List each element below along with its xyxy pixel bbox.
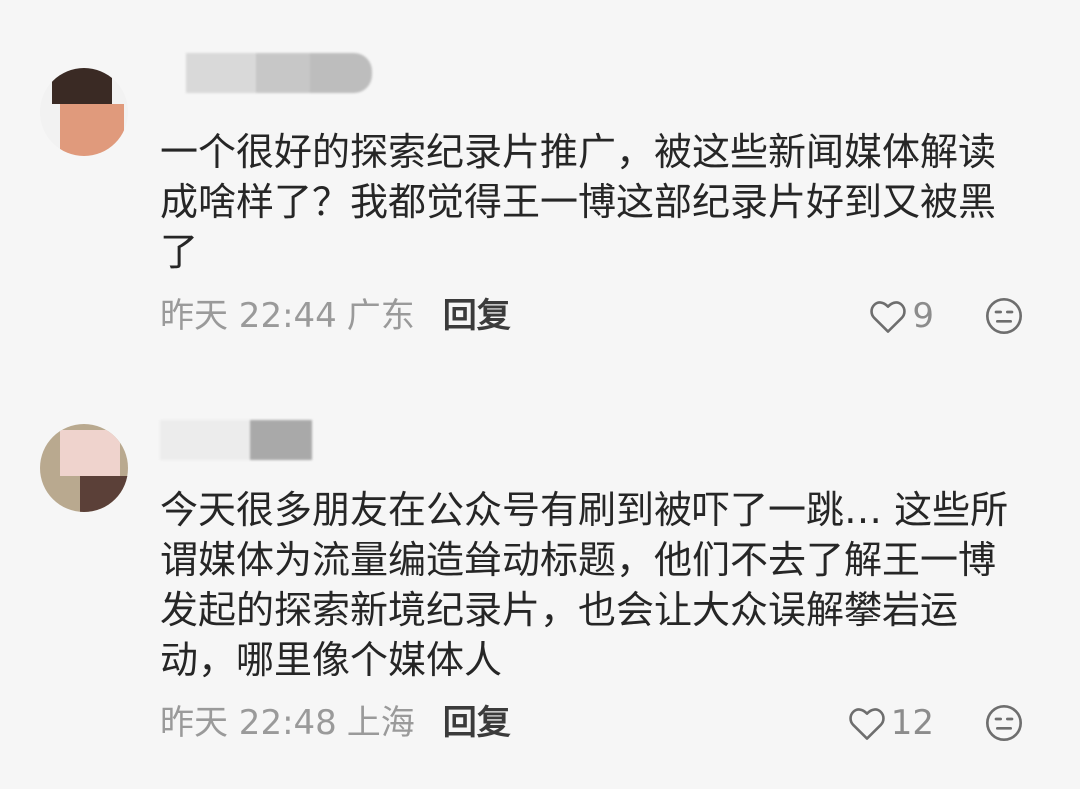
comment-text: 一个很好的探索纪录片推广，被这些新闻媒体解读成啥样了？我都觉得王一博这部纪录片好…: [160, 130, 997, 274]
comment-meta: 昨天 22:44 广东 回复: [160, 291, 511, 341]
react-button[interactable]: [984, 703, 1024, 743]
avatar[interactable]: [40, 424, 128, 512]
comment-location: 广东: [346, 296, 415, 336]
username-redacted[interactable]: [160, 53, 372, 93]
avatar[interactable]: [40, 68, 128, 156]
comment-list: 一个很好的探索纪录片推广，被这些新闻媒体解读成啥样了？我都觉得王一博这部纪录片好…: [0, 0, 1080, 789]
like-count: 9: [912, 296, 934, 336]
reply-button[interactable]: 回复: [443, 296, 511, 336]
comment-text: 今天很多朋友在公众号有刷到被吓了一跳… 这些所谓媒体为流量编造耸动标题，他们不去…: [160, 488, 1009, 682]
comment-time: 昨天 22:48: [160, 703, 337, 743]
username-redacted[interactable]: [160, 420, 312, 460]
neutral-face-icon: [986, 705, 1022, 741]
neutral-face-icon: [986, 298, 1022, 334]
heart-outline-icon: [848, 708, 885, 740]
comment-location: 上海: [346, 703, 415, 743]
comment-time: 昨天 22:44: [160, 296, 337, 336]
like-button[interactable]: 9: [868, 291, 934, 341]
heart-outline-icon: [870, 301, 907, 333]
comment-meta: 昨天 22:48 上海 回复: [160, 698, 511, 748]
like-button[interactable]: 12: [847, 698, 934, 748]
comment-item: 一个很好的探索纪录片推广，被这些新闻媒体解读成啥样了？我都觉得王一博这部纪录片好…: [0, 0, 1080, 380]
comment-item: 今天很多朋友在公众号有刷到被吓了一跳… 这些所谓媒体为流量编造耸动标题，他们不去…: [0, 380, 1080, 789]
like-count: 12: [890, 703, 934, 743]
reply-button[interactable]: 回复: [443, 703, 511, 743]
react-button[interactable]: [984, 296, 1024, 336]
